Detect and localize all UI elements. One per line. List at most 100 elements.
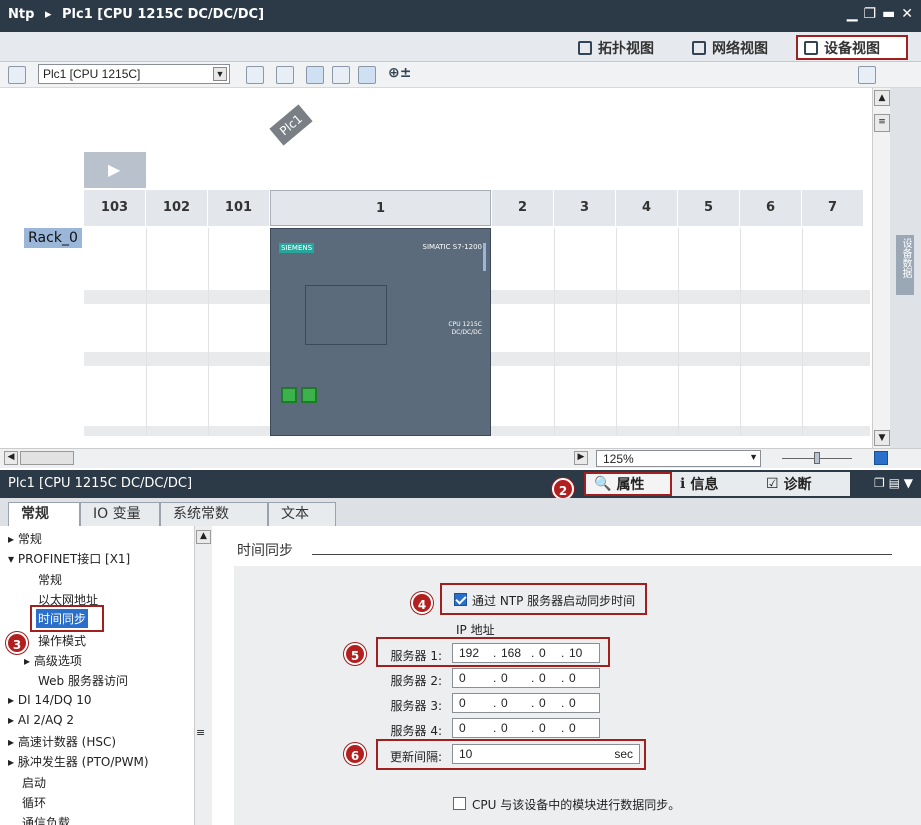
ip-octet: 0 bbox=[539, 721, 546, 735]
chevron-down-icon[interactable]: ▼ bbox=[749, 452, 758, 462]
module-sync-label: CPU 与该设备中的模块进行数据同步。 bbox=[472, 798, 681, 812]
chevron-down-icon[interactable]: ▼ bbox=[213, 67, 227, 81]
zoom-slider-handle[interactable] bbox=[814, 452, 820, 464]
restore-icon[interactable]: ❐ bbox=[863, 6, 876, 22]
zoom-icon[interactable]: ⊕± bbox=[388, 65, 411, 81]
scroll-thumb[interactable] bbox=[20, 451, 74, 465]
tab-io-tags[interactable]: IO 变量 bbox=[80, 502, 160, 526]
zoom-select[interactable]: 125% ▼ bbox=[596, 450, 761, 467]
draw-icon[interactable] bbox=[306, 66, 324, 84]
ethernet-port-icon[interactable] bbox=[281, 387, 297, 403]
overview-icon[interactable] bbox=[246, 66, 264, 84]
title-bar: Ntp ▸ Plc1 [CPU 1215C DC/DC/DC] ▁ ❐ ▬ ✕ bbox=[0, 0, 921, 32]
maximize-icon[interactable]: ▬ bbox=[882, 6, 895, 22]
play-icon: ▶ bbox=[108, 160, 121, 179]
tab-label: 拓扑视图 bbox=[598, 40, 654, 57]
slot-header: 3 bbox=[554, 190, 616, 226]
cpu-module[interactable]: SIEMENS SIMATIC S7-1200 CPU 1215C DC/DC/… bbox=[270, 228, 491, 436]
grid-icon[interactable] bbox=[332, 66, 350, 84]
cpu-cover bbox=[305, 285, 387, 345]
nav-item[interactable]: 通信负载 bbox=[22, 814, 70, 825]
minimize-icon[interactable]: ▁ bbox=[847, 6, 858, 22]
scroll-down-icon[interactable]: ▼ bbox=[874, 430, 890, 446]
table-icon[interactable] bbox=[358, 66, 376, 84]
ip-octet: 0 bbox=[501, 721, 508, 735]
tab-label: 网络视图 bbox=[712, 40, 768, 57]
nav-scrollbar[interactable]: ▲ ≡ bbox=[194, 526, 212, 825]
scroll-right-icon[interactable]: ▶ bbox=[574, 451, 588, 465]
tab-topology-view[interactable]: 拓扑视图 bbox=[572, 35, 660, 60]
scroll-left-icon[interactable]: ◀ bbox=[4, 451, 18, 465]
server-1-ip-input[interactable]: 192. 168. 0. 10 bbox=[452, 643, 600, 663]
server-3-label: 服务器 3: bbox=[390, 699, 443, 713]
section-title: 时间同步 bbox=[237, 543, 293, 559]
tab-texts[interactable]: 文本 bbox=[268, 502, 336, 526]
update-interval-unit: sec bbox=[614, 747, 633, 761]
canvas-vertical-scrollbar[interactable]: ▲ ≡ ▼ bbox=[872, 88, 890, 448]
tab-properties[interactable]: 🔍 属性 bbox=[584, 472, 672, 496]
rack-label[interactable]: Rack_0 bbox=[24, 228, 82, 248]
device-name: Plc1 [CPU 1215C DC/DC/DC] bbox=[62, 7, 265, 22]
ip-octet: 0 bbox=[539, 646, 546, 660]
update-interval-input[interactable]: 10 sec bbox=[452, 744, 640, 764]
update-interval-label: 更新间隔: bbox=[389, 750, 442, 764]
ip-octet: 168 bbox=[501, 646, 522, 660]
device-nav-icon[interactable] bbox=[8, 66, 26, 84]
nav-item[interactable]: ▸ DI 14/DQ 10 bbox=[8, 693, 92, 707]
topology-icon bbox=[578, 40, 592, 55]
tab-label: 设备视图 bbox=[824, 40, 880, 57]
nav-item[interactable]: 操作模式 bbox=[38, 632, 86, 649]
panel-toggle-icon[interactable] bbox=[858, 66, 876, 84]
server-3-ip-input[interactable]: 0. 0. 0. 0 bbox=[452, 693, 600, 713]
properties-icon: 🔍 bbox=[594, 476, 612, 492]
nav-item[interactable]: Web 服务器访问 bbox=[38, 672, 128, 689]
device-toolbar: Plc1 [CPU 1215C] ▼ ⊕± bbox=[0, 62, 921, 88]
slot-divider bbox=[208, 228, 209, 436]
side-panel-tab[interactable]: 设备数据 bbox=[896, 235, 914, 295]
nav-item[interactable]: 循环 bbox=[22, 794, 46, 811]
diagnostics-icon: ☑ bbox=[766, 476, 779, 492]
scroll-up-icon[interactable]: ▲ bbox=[196, 530, 211, 544]
nav-item[interactable]: ▸ 高级选项 bbox=[24, 652, 82, 669]
expand-rack-button[interactable]: ▶ bbox=[84, 152, 146, 188]
slot-divider bbox=[616, 228, 617, 436]
nav-item[interactable]: ▸ 脉冲发生器 (PTO/PWM) bbox=[8, 753, 149, 770]
name-icon[interactable] bbox=[276, 66, 294, 84]
close-icon[interactable]: ✕ bbox=[901, 6, 913, 22]
nav-item[interactable]: 常规 bbox=[38, 571, 62, 588]
nav-item[interactable]: ▾ PROFINET接口 [X1] bbox=[8, 550, 130, 567]
server-2-ip-input[interactable]: 0. 0. 0. 0 bbox=[452, 668, 600, 688]
fit-view-icon[interactable] bbox=[874, 451, 888, 465]
tab-label: 属性 bbox=[616, 477, 645, 493]
scroll-grip-icon[interactable]: ≡ bbox=[196, 726, 205, 739]
slot-header: 101 bbox=[208, 190, 270, 226]
tab-info[interactable]: ℹ 信息 bbox=[672, 472, 758, 496]
scroll-thumb[interactable]: ≡ bbox=[874, 114, 890, 132]
server-4-ip-input[interactable]: 0. 0. 0. 0 bbox=[452, 718, 600, 738]
tab-device-view[interactable]: 设备视图 bbox=[796, 35, 908, 60]
inspector-controls-icon[interactable]: ❐ ▤ ▼ bbox=[874, 476, 913, 490]
window-controls: ▁ ❐ ▬ ✕ bbox=[847, 6, 913, 22]
ntp-enable-checkbox[interactable] bbox=[454, 593, 467, 606]
tab-system-constants[interactable]: 系统常数 bbox=[160, 502, 268, 526]
cpu-series: SIMATIC S7-1200 bbox=[422, 243, 482, 251]
canvas-horizontal-scrollbar[interactable]: ◀ ▶ 125% ▼ bbox=[0, 448, 921, 468]
ethernet-port-icon[interactable] bbox=[301, 387, 317, 403]
nav-item[interactable]: 启动 bbox=[22, 774, 46, 791]
nav-item[interactable]: ▸ 高速计数器 (HSC) bbox=[8, 733, 116, 750]
nav-item[interactable]: ▸ AI 2/AQ 2 bbox=[8, 713, 74, 727]
scroll-up-icon[interactable]: ▲ bbox=[874, 90, 890, 106]
tab-network-view[interactable]: 网络视图 bbox=[686, 35, 774, 60]
ip-octet: 192 bbox=[459, 646, 480, 660]
slot-header: 5 bbox=[678, 190, 740, 226]
module-sync-checkbox[interactable] bbox=[453, 797, 466, 810]
device-select[interactable]: Plc1 [CPU 1215C] ▼ bbox=[38, 64, 230, 84]
slot-header: 7 bbox=[802, 190, 864, 226]
tab-general[interactable]: 常规 bbox=[8, 502, 80, 527]
nav-item[interactable]: ▸ 常规 bbox=[8, 530, 42, 547]
tab-diagnostics[interactable]: ☑ 诊断 bbox=[758, 472, 850, 496]
server-4-label: 服务器 4: bbox=[390, 724, 443, 738]
slot-header: 102 bbox=[146, 190, 208, 226]
tab-label: 诊断 bbox=[783, 477, 812, 493]
ip-octet: 0 bbox=[459, 696, 466, 710]
